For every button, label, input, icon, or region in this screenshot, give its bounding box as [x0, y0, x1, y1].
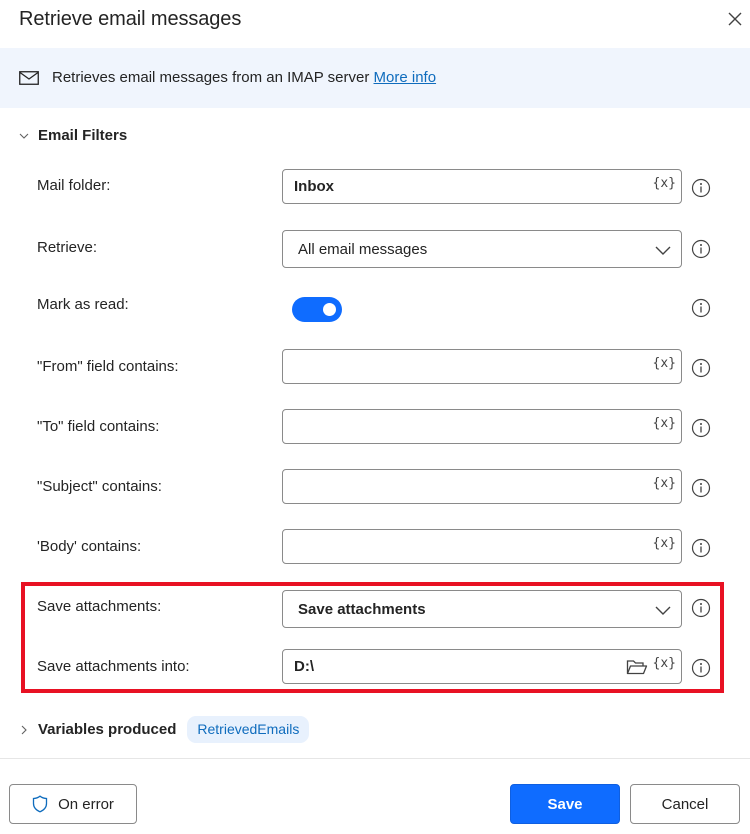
toggle-knob [323, 303, 336, 316]
info-icon[interactable] [691, 658, 711, 678]
save-attachments-dropdown[interactable]: Save attachments [282, 590, 682, 628]
mail-folder-value: Inbox [294, 178, 334, 195]
subject-input[interactable]: {x} [282, 469, 682, 504]
to-input[interactable]: {x} [282, 409, 682, 444]
section-label: Email Filters [38, 127, 128, 144]
save-into-input[interactable]: D:\ {x} [282, 649, 682, 684]
more-info-link[interactable]: More info [374, 69, 437, 86]
close-icon[interactable] [724, 8, 746, 30]
chevron-down-icon [655, 606, 671, 615]
on-error-button[interactable]: On error [9, 784, 137, 824]
save-attachments-value: Save attachments [298, 601, 426, 618]
shield-icon [32, 795, 48, 813]
info-banner: Retrieves email messages from an IMAP se… [0, 48, 750, 108]
variable-icon[interactable]: {x} [653, 176, 676, 191]
variable-icon[interactable]: {x} [653, 356, 676, 371]
retrieve-label: Retrieve: [37, 239, 98, 256]
from-label: "From" field contains: [37, 358, 179, 375]
mail-folder-input[interactable]: Inbox {x} [282, 169, 682, 204]
save-attachments-label: Save attachments: [37, 598, 162, 615]
variable-icon[interactable]: {x} [653, 416, 676, 431]
info-icon[interactable] [691, 178, 711, 198]
retrieve-value: All email messages [298, 241, 428, 258]
on-error-label: On error [58, 795, 114, 813]
subject-label: "Subject" contains: [37, 478, 162, 495]
variables-produced: Variables produced RetrievedEmails [18, 716, 310, 743]
chevron-down-icon [655, 246, 671, 255]
info-icon[interactable] [691, 298, 711, 318]
info-icon[interactable] [691, 358, 711, 378]
to-label: "To" field contains: [37, 418, 160, 435]
variable-icon[interactable]: {x} [653, 656, 676, 671]
info-icon[interactable] [691, 418, 711, 438]
dialog-title: Retrieve email messages [19, 8, 242, 30]
from-input[interactable]: {x} [282, 349, 682, 384]
variables-label: Variables produced [38, 721, 177, 738]
chevron-right-icon[interactable] [18, 724, 30, 736]
email-filters-toggle[interactable]: Email Filters [18, 127, 127, 144]
chevron-down-icon [19, 133, 29, 139]
cancel-button[interactable]: Cancel [630, 784, 740, 824]
mark-as-read-label: Mark as read: [37, 296, 129, 313]
body-label: 'Body' contains: [37, 538, 142, 555]
save-button[interactable]: Save [510, 784, 620, 824]
save-into-label: Save attachments into: [37, 658, 190, 675]
folder-open-icon[interactable] [626, 658, 648, 676]
banner-description: Retrieves email messages from an IMAP se… [52, 69, 370, 86]
info-icon[interactable] [691, 598, 711, 618]
mail-folder-label: Mail folder: [37, 177, 111, 194]
mark-as-read-toggle[interactable] [292, 297, 342, 322]
body-input[interactable]: {x} [282, 529, 682, 564]
retrieve-dropdown[interactable]: All email messages [282, 230, 682, 268]
info-icon[interactable] [691, 538, 711, 558]
save-into-value: D:\ [294, 658, 314, 675]
dialog-header: Retrieve email messages [0, 0, 750, 48]
info-icon[interactable] [691, 478, 711, 498]
info-icon[interactable] [691, 239, 711, 259]
banner-text: Retrieves email messages from an IMAP se… [52, 69, 436, 86]
variable-icon[interactable]: {x} [653, 476, 676, 491]
variable-icon[interactable]: {x} [653, 536, 676, 551]
mail-icon [19, 71, 39, 85]
footer-divider [0, 758, 750, 759]
variable-pill[interactable]: RetrievedEmails [187, 716, 310, 743]
